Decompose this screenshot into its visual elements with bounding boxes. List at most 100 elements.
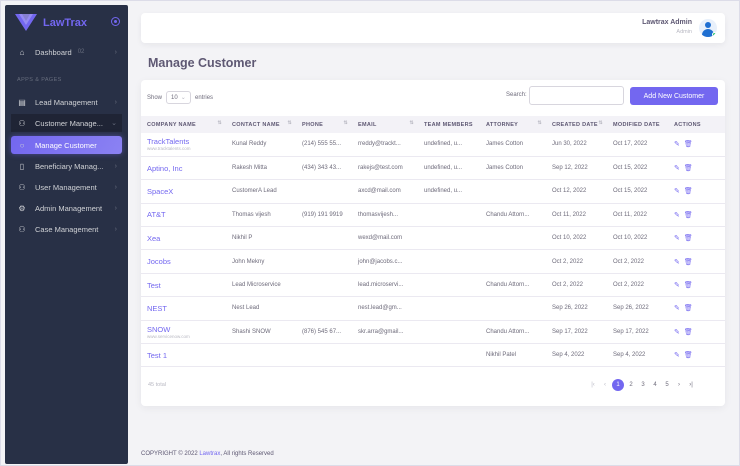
last-page-button[interactable]: ›| [685, 382, 697, 388]
first-page-button[interactable]: |‹ [587, 382, 599, 388]
logo-icon [15, 14, 37, 31]
attorney-cell: James Cotton [480, 156, 546, 181]
sidebar-item-customer-management[interactable]: ⚇ Customer Manage... ⌄ [11, 114, 122, 132]
user-name[interactable]: Lawtrax Admin [642, 19, 692, 26]
phone-cell: (919) 191 9919 [296, 203, 352, 228]
sidebar-item-lead-management[interactable]: ▤ Lead Management › [11, 93, 122, 111]
column-header-label: EMAIL [358, 121, 377, 128]
company-link[interactable]: Test 1 [147, 351, 226, 360]
actions-cell: ✎ 🗑 [668, 203, 725, 228]
trash-icon[interactable]: 🗑 [684, 352, 693, 359]
attorney-cell [480, 226, 546, 251]
trash-icon[interactable]: 🗑 [684, 165, 693, 172]
email-cell: rakejs@test.com [352, 156, 418, 181]
phone-cell: (214) 555 55... [296, 133, 352, 157]
column-header[interactable]: PHONE ⇅ [296, 116, 352, 133]
add-new-customer-button[interactable]: Add New Customer [630, 87, 718, 105]
created-cell: Oct 12, 2022 [546, 179, 607, 204]
actions-cell: ✎ 🗑 [668, 133, 725, 157]
chevron-right-icon: › [114, 48, 117, 56]
created-cell: Jun 30, 2022 [546, 133, 607, 157]
page-button[interactable]: 1 [612, 379, 624, 391]
gear-icon: ⚙ [18, 203, 26, 213]
email-cell: thomasvijesh... [352, 203, 418, 228]
edit-icon[interactable]: ✎ [674, 329, 680, 336]
prev-page-button[interactable]: ‹ [599, 382, 611, 388]
contact-cell: Thomas vijesh [226, 203, 296, 228]
search-input[interactable] [529, 86, 624, 105]
sidebar-pin-icon[interactable] [111, 17, 120, 26]
column-header[interactable]: CREATED DATE ⇅ [546, 116, 607, 133]
page-button[interactable]: 5 [661, 382, 673, 388]
trash-icon[interactable]: 🗑 [684, 188, 693, 195]
company-link[interactable]: NEST [147, 304, 226, 313]
contact-cell: John Mekny [226, 249, 296, 274]
company-link[interactable]: TrackTalents [147, 137, 226, 146]
next-page-button[interactable]: › [673, 382, 685, 388]
contact-cell: Shashi SNOW [226, 320, 296, 345]
created-cell: Sep 12, 2022 [546, 156, 607, 181]
contact-cell: Kunal Reddy [226, 133, 296, 157]
column-header[interactable]: CONTACT NAME ⇅ [226, 116, 296, 133]
company-link[interactable]: Jocobs [147, 257, 226, 266]
column-header-label: CONTACT NAME [232, 121, 280, 128]
sidebar-item-user-management[interactable]: ⚇ User Management › [11, 178, 122, 196]
footer-link[interactable]: Lawtrax [199, 451, 220, 457]
company-link[interactable]: SpaceX [147, 187, 226, 196]
company-link[interactable]: AT&T [147, 210, 226, 219]
edit-icon[interactable]: ✎ [674, 188, 680, 195]
trash-icon[interactable]: 🗑 [684, 305, 693, 312]
clipboard-icon: ▯ [19, 161, 25, 171]
avatar[interactable] [699, 19, 717, 37]
edit-icon[interactable]: ✎ [674, 212, 680, 219]
trash-icon[interactable]: 🗑 [684, 141, 693, 148]
entries-label: entries [195, 94, 214, 101]
contact-cell: Nikhil P [226, 226, 296, 251]
company-link[interactable]: Xea [147, 234, 226, 243]
brand-logo[interactable]: LawTrax [15, 14, 87, 31]
sidebar-item-admin-management[interactable]: ⚙ Admin Management › [11, 199, 122, 217]
pagination: |‹ ‹ 1 2 3 4 5 › ›| [587, 379, 697, 391]
page-button[interactable]: 2 [625, 382, 637, 388]
trash-icon[interactable]: 🗑 [684, 212, 693, 219]
chevron-right-icon: › [114, 98, 117, 106]
phone-cell: (434) 343 43... [296, 156, 352, 181]
page-button[interactable]: 4 [649, 382, 661, 388]
column-header[interactable]: COMPANY NAME ⇅ [141, 116, 226, 133]
trash-icon[interactable]: 🗑 [684, 329, 693, 336]
company-link[interactable]: Test [147, 281, 226, 290]
attorney-cell: Chandu Attorn... [480, 273, 546, 298]
edit-icon[interactable]: ✎ [674, 352, 680, 359]
entries-select[interactable]: 10 ⌄ [166, 91, 192, 104]
edit-icon[interactable]: ✎ [674, 165, 680, 172]
page-button[interactable]: 3 [637, 382, 649, 388]
edit-icon[interactable]: ✎ [674, 282, 680, 289]
actions-cell: ✎ 🗑 [668, 320, 725, 345]
chevron-right-icon: › [114, 162, 117, 170]
trash-icon[interactable]: 🗑 [684, 235, 693, 242]
attorney-cell [480, 249, 546, 274]
company-cell: NEST [141, 296, 226, 321]
attorney-cell: James Cotton [480, 133, 546, 157]
team-cell [418, 249, 480, 274]
company-link[interactable]: Aptino, Inc [147, 164, 226, 173]
company-link[interactable]: SNOW [147, 325, 226, 334]
copyright-suffix: , All rights Reserved [220, 451, 274, 457]
email-cell: lead.microservi... [352, 273, 418, 298]
edit-icon[interactable]: ✎ [674, 141, 680, 148]
section-header: APPS & PAGES [17, 77, 62, 83]
sidebar-item-case-management[interactable]: ⚇ Case Management › [11, 220, 122, 238]
trash-icon[interactable]: 🗑 [684, 259, 693, 266]
trash-icon[interactable]: 🗑 [684, 282, 693, 289]
edit-icon[interactable]: ✎ [674, 259, 680, 266]
team-cell [418, 320, 480, 345]
circle-icon: ○ [19, 140, 25, 150]
edit-icon[interactable]: ✎ [674, 305, 680, 312]
sidebar-item-beneficiary-management[interactable]: ▯ Beneficiary Manag... › [11, 157, 122, 175]
sidebar-item-manage-customer[interactable]: ○ Manage Customer [11, 136, 122, 154]
actions-cell: ✎ 🗑 [668, 273, 725, 298]
column-header[interactable]: EMAIL ⇅ [352, 116, 418, 133]
column-header[interactable]: ATTORNEY ⇅ [480, 116, 546, 133]
sidebar-item-dashboard[interactable]: ⌂ Dashboard 02 › [11, 43, 122, 61]
edit-icon[interactable]: ✎ [674, 235, 680, 242]
